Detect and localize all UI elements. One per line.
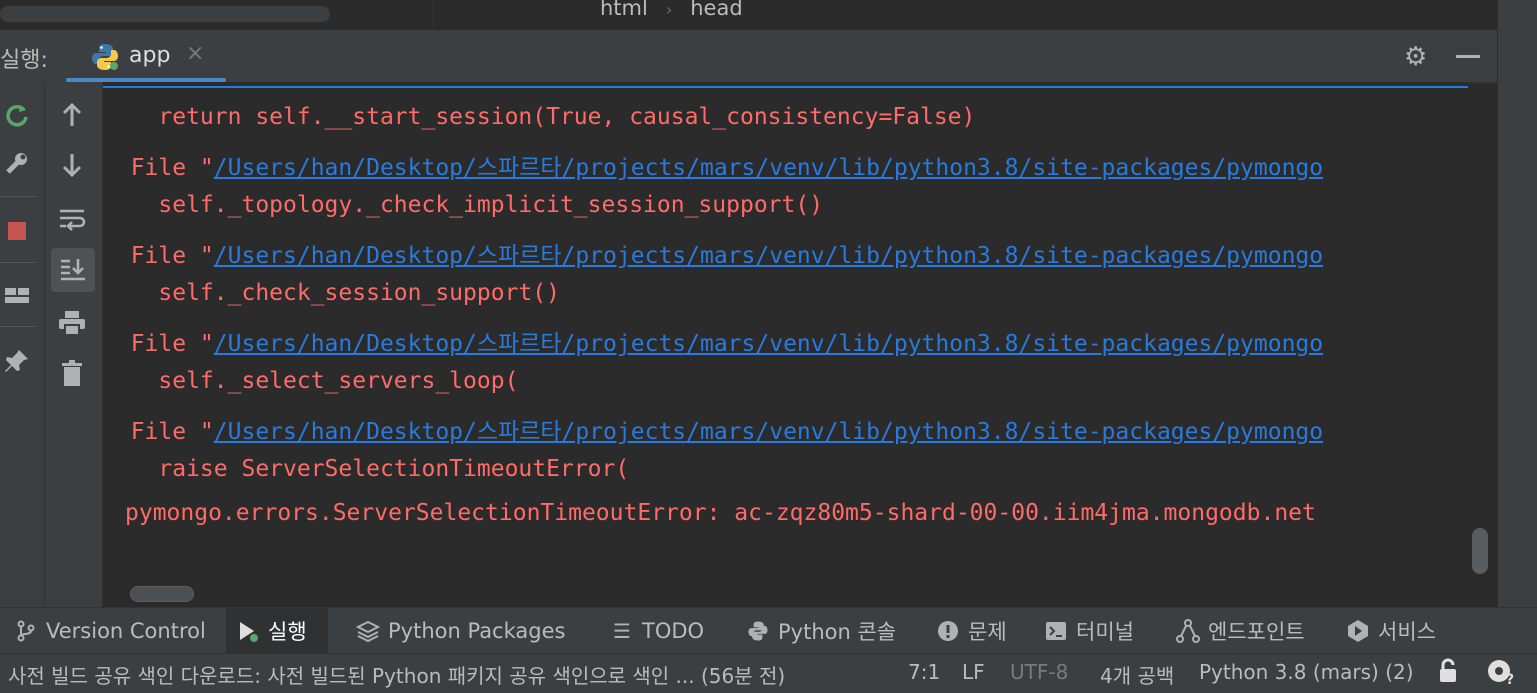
tool-label: 엔드포인트 — [1208, 620, 1305, 644]
run-icon — [236, 620, 260, 642]
file-prefix: File " — [103, 331, 214, 357]
breadcrumb-separator: › — [665, 0, 673, 19]
print-icon[interactable] — [55, 306, 89, 340]
breadcrumb-item-head[interactable]: head — [690, 0, 742, 20]
run-panel-header: 실행: app × ⚙ — [0, 30, 1497, 83]
services-icon — [1346, 619, 1370, 643]
editor-scrollbar[interactable] — [0, 6, 330, 22]
tool-label: 실행 — [268, 620, 307, 644]
console-line: raise ServerSelectionTimeoutError( — [103, 456, 630, 482]
tool-python-console[interactable]: Python 콘솔 — [736, 608, 906, 654]
inspector-icon[interactable]: ? — [1486, 658, 1518, 691]
soft-wrap-icon[interactable] — [55, 202, 89, 236]
list-icon: ☰ — [613, 619, 631, 643]
status-bar: 사전 빌드 공유 색인 다운로드: 사전 빌드된 Python 패키지 공유 색… — [0, 653, 1537, 693]
file-prefix: File " — [103, 155, 214, 181]
console-line: self._select_servers_loop( — [103, 368, 519, 394]
scroll-to-end-icon[interactable] — [51, 248, 95, 292]
console-actions-toolbar — [45, 82, 103, 607]
running-indicator — [110, 62, 118, 70]
indent-setting[interactable]: 4개 공백 — [1100, 660, 1174, 689]
horizontal-scrollbar[interactable] — [130, 586, 194, 602]
wrench-icon[interactable] — [0, 146, 34, 180]
tool-window-bar: Version Control 실행 Python Packages ☰ TOD… — [0, 607, 1537, 654]
arrow-down-icon[interactable] — [55, 148, 89, 182]
console-line: self._topology._check_implicit_session_s… — [103, 192, 824, 218]
run-panel-label: 실행: — [0, 48, 48, 73]
tool-label: Python Packages — [388, 619, 566, 643]
line-separator[interactable]: LF — [962, 660, 985, 684]
tool-label: 터미널 — [1076, 620, 1134, 644]
right-tool-stripe — [1497, 0, 1537, 607]
console-output[interactable]: return self.__start_session(True, causal… — [103, 82, 1468, 582]
separator — [0, 326, 36, 327]
tool-terminal[interactable]: 터미널 — [1034, 608, 1144, 654]
breadcrumb: html › head — [600, 0, 743, 20]
arrow-up-icon[interactable] — [55, 98, 89, 132]
caret-position[interactable]: 7:1 — [908, 660, 940, 684]
branch-icon — [14, 620, 38, 642]
separator — [0, 262, 36, 263]
stop-icon[interactable] — [0, 214, 34, 248]
rerun-icon[interactable] — [0, 98, 34, 132]
file-link[interactable]: /Users/han/Desktop/스파르타/projects/mars/ve… — [214, 155, 1323, 181]
breadcrumb-item-html[interactable]: html — [600, 0, 648, 20]
status-message[interactable]: 사전 빌드 공유 색인 다운로드: 사전 빌드된 Python 패키지 공유 색… — [8, 660, 785, 689]
tool-label: 서비스 — [1378, 620, 1436, 644]
console-line: File "/Users/han/Desktop/스파르타/projects/m… — [103, 148, 1323, 182]
tool-problems[interactable]: 문제 — [926, 608, 1017, 654]
divider — [433, 0, 434, 30]
console-line-partial — [103, 82, 1468, 90]
run-actions-toolbar — [0, 82, 45, 607]
lock-icon[interactable] — [1438, 658, 1462, 689]
console-line: return self.__start_session(True, causal… — [103, 104, 976, 130]
tool-endpoints[interactable]: 엔드포인트 — [1166, 608, 1315, 654]
console-line: File "/Users/han/Desktop/스파르타/projects/m… — [103, 412, 1323, 446]
tool-label: TODO — [642, 619, 705, 643]
file-link[interactable]: /Users/han/Desktop/스파르타/projects/mars/ve… — [214, 419, 1323, 445]
vertical-scrollbar[interactable] — [1472, 528, 1488, 574]
pin-icon[interactable] — [0, 344, 34, 378]
python-interpreter[interactable]: Python 3.8 (mars) (2) — [1199, 660, 1414, 684]
run-tab-label: app — [129, 43, 171, 68]
tool-label: Version Control — [46, 619, 206, 643]
svg-text:?: ? — [1506, 672, 1514, 686]
file-prefix: File " — [103, 419, 214, 445]
tool-services[interactable]: 서비스 — [1336, 608, 1446, 654]
python-console-icon — [746, 620, 770, 642]
horizontal-scroll-track — [125, 584, 1467, 604]
separator — [0, 196, 36, 197]
file-encoding[interactable]: UTF-8 — [1010, 660, 1068, 684]
trash-icon[interactable] — [55, 356, 89, 390]
tool-version-control[interactable]: Version Control — [4, 608, 216, 654]
terminal-icon — [1044, 621, 1068, 641]
file-link[interactable]: /Users/han/Desktop/스파르타/projects/mars/ve… — [214, 331, 1323, 357]
tool-todo[interactable]: ☰ TODO — [600, 608, 714, 654]
file-link[interactable]: /Users/han/Desktop/스파르타/projects/mars/ve… — [214, 243, 1323, 269]
console-line: File "/Users/han/Desktop/스파르타/projects/m… — [103, 236, 1323, 270]
minimize-icon[interactable] — [1456, 55, 1480, 58]
editor-top-strip: html › head — [0, 0, 1537, 30]
layers-icon — [356, 620, 380, 642]
endpoints-icon — [1176, 619, 1200, 643]
problems-icon — [936, 620, 960, 642]
gear-icon[interactable]: ⚙ — [1404, 42, 1427, 72]
tool-label: 문제 — [968, 620, 1007, 644]
console-line: File "/Users/han/Desktop/스파르타/projects/m… — [103, 324, 1323, 358]
console-line-error: pymongo.errors.ServerSelectionTimeoutErr… — [125, 500, 1316, 526]
console-line: self._check_session_support() — [103, 280, 560, 306]
tool-run[interactable]: 실행 — [226, 608, 328, 654]
tool-label: Python 콘솔 — [778, 620, 897, 644]
run-tab-app[interactable]: app × — [66, 30, 226, 82]
layout-icon[interactable] — [0, 278, 34, 312]
close-icon[interactable]: × — [186, 41, 204, 66]
file-prefix: File " — [103, 243, 214, 269]
tool-python-packages[interactable]: Python Packages — [346, 608, 575, 654]
